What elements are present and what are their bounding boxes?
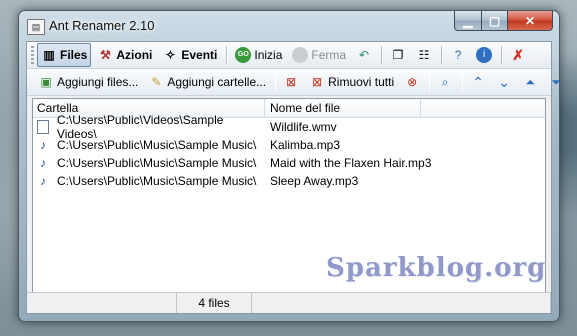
aggiungi-files-label: Aggiungi files... [57,75,139,89]
music-file-icon: ♪ [40,174,46,188]
help-icon: ? [454,48,462,62]
status-panel-right [252,293,551,313]
folder-path: C:\Users\Public\Music\Sample Music\ [57,138,257,152]
status-panel-left [27,293,177,313]
files-label: Files [60,48,88,62]
remove-selected-icon: ⊠ [286,75,297,89]
double-chevron-up-icon: ⏶ [525,75,535,89]
list-item[interactable]: ♪ C:\Users\Public\Music\Sample Music\ Sl… [33,172,545,190]
aggiungi-cartelle-button[interactable]: ✎ Aggiungi cartelle... [144,70,270,94]
exit-button[interactable]: ✗ [506,43,530,67]
window-title: Ant Renamer 2.10 [49,18,155,33]
folder-path: C:\Users\Public\Music\Sample Music\ [57,156,257,170]
folder-path: C:\Users\Public\Music\Sample Music\ [57,174,257,188]
caption-buttons: ▁ ▢ ✕ [454,11,553,31]
app-icon: ▤ [27,19,45,35]
file-name: Kalimba.mp3 [270,138,341,152]
chevron-down-icon: ⌄ [498,74,511,90]
options-icon: ☷ [418,48,430,62]
toolbar-separator [441,46,444,64]
toolbar-separator [381,46,384,64]
file-name: Maid with the Flaxen Hair.mp3 [270,156,432,170]
double-chevron-down-icon: ⏷ [551,75,561,89]
undo-icon: ↶ [359,48,370,62]
file-count: 4 files [177,293,252,313]
toolbar-separator [501,46,504,64]
options-button[interactable]: ☷ [412,43,436,67]
remove-all-icon: ⊠ [312,75,323,89]
magnifier-icon: ⌕ [441,75,449,89]
aggiungi-files-button[interactable]: ▣ Aggiungi files... [34,70,142,94]
chevron-up-icon: ⌃ [472,74,485,90]
toolbar-separator [429,73,431,91]
toolbar-separator [226,46,229,64]
files-toolbar: ▣ Aggiungi files... ✎ Aggiungi cartelle.… [27,69,561,96]
remove-selected-button[interactable]: ⊠ [279,70,303,94]
eventi-tab-button[interactable]: ✧ Eventi [158,43,221,67]
folder-path: C:\Users\Public\Videos\Sample Videos\ [56,113,224,141]
windows-button[interactable]: ❐ [386,43,410,67]
file-name: Sleep Away.mp3 [270,174,359,188]
title-bar[interactable]: ▤ Ant Renamer 2.10 ▁ ▢ ✕ [19,11,559,41]
info-icon: i [476,47,493,63]
rimuovi-tutti-button[interactable]: ⊠ Rimuovi tutti [305,70,398,94]
about-button[interactable]: i [472,43,496,67]
toolbar-separator [462,73,464,91]
files-icon: ▥ [43,48,55,62]
close-icon: ✕ [524,13,536,28]
list-item[interactable]: ♪ C:\Users\Public\Music\Sample Music\ Ma… [33,154,545,172]
toolbar-separator [275,73,277,91]
files-tab-button[interactable]: ▥ Files [37,43,92,67]
ferma-label: Ferma [311,48,347,62]
go-icon: GO [235,47,252,63]
undo-button[interactable]: ↶ [352,43,376,67]
eventi-label: Eventi [181,48,218,62]
aggiungi-cartelle-label: Aggiungi cartelle... [167,75,267,89]
music-file-icon: ♪ [40,138,46,152]
events-icon: ✧ [165,48,176,62]
close-button[interactable]: ✕ [508,11,553,31]
main-toolbar: ▥ Files ⚒ Azioni ✧ Eventi GO Inizia Ferm… [27,42,551,69]
music-file-icon: ♪ [40,156,46,170]
preview-button[interactable]: ⌕ [433,70,457,94]
list-item[interactable]: ♪ C:\Users\Public\Music\Sample Music\ Ka… [33,136,545,154]
actions-icon: ⚒ [99,48,111,62]
move-up-button[interactable]: ⌃ [466,70,490,94]
remove-missing-icon: ⊗ [407,75,418,89]
inizia-label: Inizia [254,48,283,62]
rimuovi-tutti-label: Rimuovi tutti [328,75,395,89]
azioni-label: Azioni [116,48,153,62]
status-bar: 4 files [27,292,551,313]
move-down-button[interactable]: ⌄ [492,70,516,94]
ferma-button[interactable]: Ferma [288,43,350,67]
file-name: Wildlife.wmv [270,120,337,134]
minimize-icon: ▁ [463,13,473,28]
watermark: Sparkblog.org [326,253,547,283]
add-files-icon: ▣ [40,75,52,89]
move-bottom-button[interactable]: ⏷ [544,70,568,94]
minimize-button[interactable]: ▁ [454,11,482,31]
maximize-button[interactable]: ▢ [482,11,508,31]
toolbar-grip[interactable] [31,46,34,64]
azioni-tab-button[interactable]: ⚒ Azioni [93,43,156,67]
column-header-nome-file[interactable]: Nome del file [265,99,421,117]
list-item[interactable]: C:\Users\Public\Videos\Sample Videos\ Wi… [33,113,545,141]
inizia-button[interactable]: GO Inizia [231,43,286,67]
help-button[interactable]: ? [446,43,470,67]
remove-missing-button[interactable]: ⊗ [400,70,424,94]
video-file-icon [37,120,49,134]
stop-icon [292,47,309,63]
exit-x-icon: ✗ [512,47,524,63]
maximize-icon: ▢ [488,13,501,28]
windows-icon: ❐ [392,48,404,62]
move-top-button[interactable]: ⏶ [518,70,542,94]
add-folder-icon: ✎ [151,75,162,89]
